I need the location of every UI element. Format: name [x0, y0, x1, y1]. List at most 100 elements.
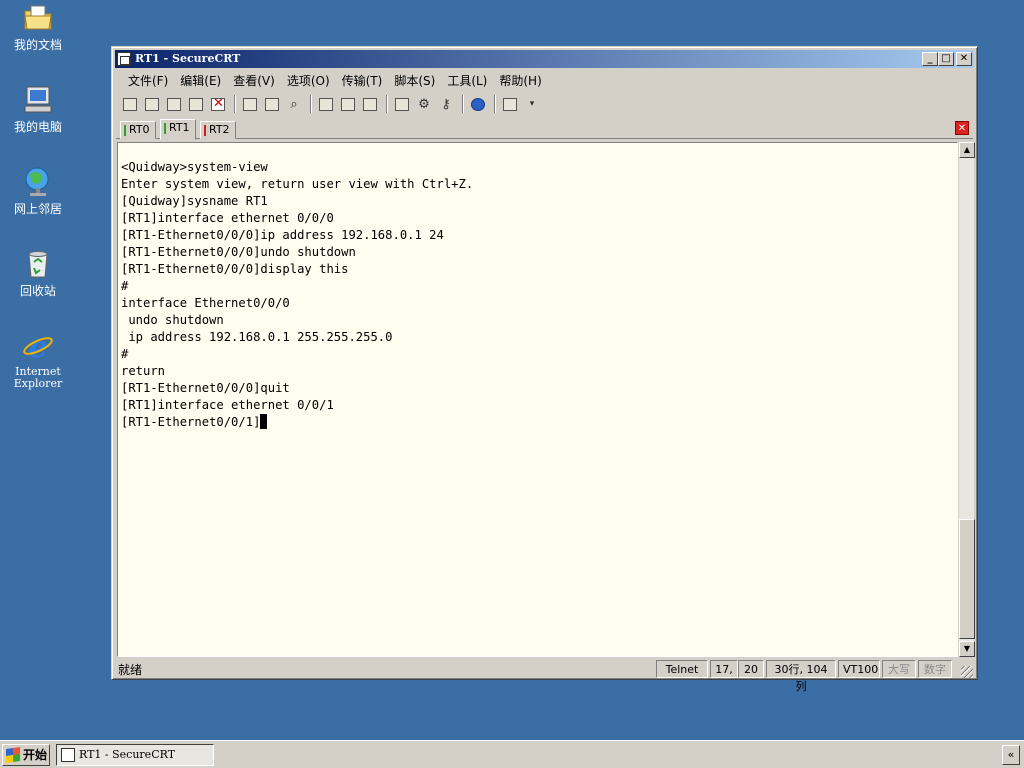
keypad-button[interactable] [500, 95, 520, 113]
menu-help[interactable]: 帮助(H) [495, 72, 549, 89]
print-selection-icon [341, 97, 355, 111]
status-text: 就绪 [118, 663, 143, 677]
status-size: 30行, 104列 [766, 660, 836, 693]
terminal-line: [RT1-Ethernet0/0/0]quit [121, 381, 290, 395]
session-options-button[interactable] [392, 95, 412, 113]
status-caps-lock: 大写 [882, 660, 916, 678]
my-documents-icon [22, 2, 54, 34]
desktop-icon-my-computer[interactable]: 我的电脑 [4, 84, 72, 134]
close-icon: ✕ [957, 123, 967, 134]
securecrt-app-icon [61, 748, 75, 762]
print-selection-button[interactable] [338, 95, 358, 113]
resize-grip[interactable] [961, 666, 973, 678]
quick-connect-icon [145, 97, 159, 111]
securecrt-window: RT1 - SecureCRT _ □ ✕ 文件(F) 编辑(E) 查看(V) … [111, 46, 978, 693]
tab-label: RT2 [209, 123, 230, 136]
status-bar: 就绪 Telnet 17, 20 30行, 104列 VT100 大写 数字 [116, 660, 973, 693]
close-button[interactable]: ✕ [956, 52, 972, 66]
terminal-line: Enter system view, return user view with… [121, 177, 474, 191]
tab-status-indicator [204, 125, 206, 136]
gear-icon: ⚙ [418, 96, 430, 112]
terminal-line: [RT1-Ethernet0/0/1] [121, 414, 957, 431]
menu-transfer[interactable]: 传输(T) [338, 72, 391, 89]
paste-button[interactable] [262, 95, 282, 113]
desktop-icon-label: 我的电脑 [13, 120, 62, 134]
menu-options[interactable]: 选项(O) [283, 72, 338, 89]
terminal-line: interface Ethernet0/0/0 [121, 296, 290, 310]
toolbar-separator [494, 95, 496, 113]
reconnect-button[interactable] [186, 95, 206, 113]
desktop-icon-my-documents[interactable]: 我的文档 [4, 2, 72, 52]
terminal-line: [Quidway]sysname RT1 [121, 194, 268, 208]
quick-connect-button[interactable] [142, 95, 162, 113]
connect-button[interactable] [120, 95, 140, 113]
print-button[interactable] [316, 95, 336, 113]
minimize-button[interactable]: _ [922, 52, 938, 66]
find-button[interactable]: ⌕ [284, 95, 304, 113]
connect-tab-icon [167, 97, 181, 111]
close-tab-button[interactable]: ✕ [955, 121, 969, 135]
menu-script[interactable]: 脚本(S) [390, 72, 443, 89]
desktop-icon-label: 网上邻居 [13, 202, 62, 216]
keymap-button[interactable]: ⚷ [436, 95, 456, 113]
tab-rt1[interactable]: RT1 [160, 119, 196, 140]
network-places-icon [22, 166, 54, 198]
copy-button[interactable] [240, 95, 260, 113]
desktop-icon-label: Internet Explorer [13, 365, 63, 390]
tab-label: RT1 [169, 121, 190, 134]
tab-rt2[interactable]: RT2 [200, 121, 236, 139]
status-num-lock: 数字 [918, 660, 952, 678]
key-icon: ⚷ [441, 96, 451, 112]
tab-rt0[interactable]: RT0 [120, 121, 156, 139]
session-tab-bar: RT0 RT1 RT2 ✕ [116, 119, 973, 140]
status-protocol: Telnet [656, 660, 708, 678]
maximize-button[interactable]: □ [938, 52, 954, 66]
internet-explorer-icon: e [22, 330, 54, 365]
connect-in-tab-button[interactable] [164, 95, 184, 113]
desktop-icon-recycle-bin[interactable]: 回收站 [4, 248, 72, 298]
status-emulation: VT100 [838, 660, 880, 678]
terminal-cursor [260, 414, 268, 429]
taskbar-item-securecrt[interactable]: RT1 - SecureCRT [56, 744, 214, 766]
desktop-icon-internet-explorer[interactable]: e Internet Explorer [4, 330, 72, 390]
recycle-bin-icon [22, 248, 54, 280]
terminal-line: # [121, 279, 129, 293]
vertical-scrollbar[interactable]: ▲ ▼ [958, 142, 975, 657]
menu-view[interactable]: 查看(V) [229, 72, 283, 89]
tray-expand-button[interactable]: « [1002, 745, 1020, 765]
terminal-line: [RT1]interface ethernet 0/0/0 [121, 211, 334, 225]
start-button[interactable]: 开始 [2, 744, 50, 766]
global-options-button[interactable]: ⚙ [414, 95, 434, 113]
terminal-line: [RT1]interface ethernet 0/0/1 [121, 398, 334, 412]
toolbar-separator [310, 95, 312, 113]
print-screen-button[interactable] [360, 95, 380, 113]
menu-file[interactable]: 文件(F) [124, 72, 176, 89]
terminal-line: <Quidway>system-view [121, 160, 268, 174]
paste-icon [265, 97, 279, 111]
scroll-down-button[interactable]: ▼ [959, 641, 975, 657]
help-button[interactable] [468, 95, 488, 113]
terminal-output[interactable]: <Quidway>system-view Enter system view, r… [117, 142, 958, 657]
tab-status-indicator [124, 125, 126, 136]
desktop-icon-label: 我的文档 [13, 38, 62, 52]
menu-tools[interactable]: 工具(L) [443, 72, 495, 89]
toolbar-overflow-button[interactable]: ▾ [522, 95, 542, 113]
menu-bar: 文件(F) 编辑(E) 查看(V) 选项(O) 传输(T) 脚本(S) 工具(L… [116, 70, 973, 90]
disconnect-button[interactable] [208, 95, 228, 113]
chevron-down-icon: ▾ [529, 99, 535, 109]
help-icon [471, 97, 485, 111]
menu-edit[interactable]: 编辑(E) [176, 72, 229, 89]
scroll-up-button[interactable]: ▲ [959, 142, 975, 158]
start-label: 开始 [23, 748, 48, 762]
title-bar[interactable]: RT1 - SecureCRT _ □ ✕ [115, 50, 974, 68]
status-column: 20 [738, 660, 764, 678]
desktop-icon-network-places[interactable]: 网上邻居 [4, 166, 72, 216]
securecrt-app-icon[interactable] [117, 52, 131, 66]
binoculars-icon: ⌕ [290, 96, 298, 112]
status-row: 17, [710, 660, 738, 678]
tab-label: RT0 [129, 123, 150, 136]
printer-icon [363, 97, 377, 111]
svg-text:e: e [28, 330, 47, 362]
copy-icon [243, 97, 257, 111]
scroll-thumb[interactable] [959, 519, 975, 639]
